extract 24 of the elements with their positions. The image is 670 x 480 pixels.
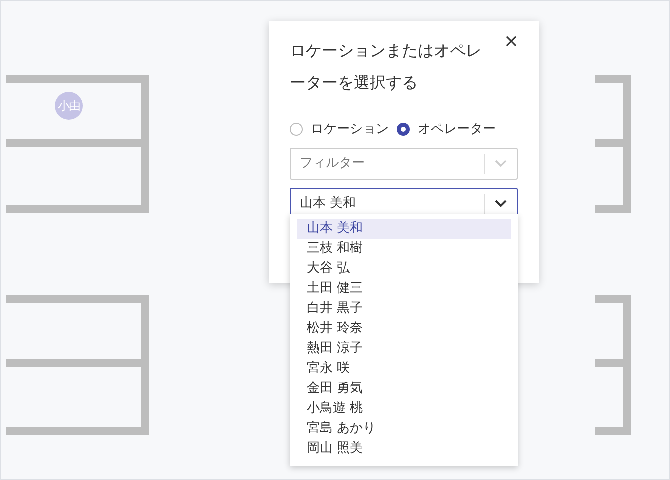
radio-button[interactable] (397, 123, 410, 136)
radio-label: オペレーター (418, 121, 496, 139)
dropdown-option[interactable]: 金田 勇気 (297, 379, 511, 399)
avatar-initials: 小由 (55, 92, 83, 120)
dropdown-option[interactable]: 松井 玲奈 (297, 319, 511, 339)
chevron-down-icon (495, 200, 507, 208)
dropdown-option[interactable]: 土田 健三 (297, 279, 511, 299)
filter-dropdown[interactable]: フィルター (290, 148, 518, 180)
radio-label: ロケーション (311, 121, 389, 139)
dropdown-option[interactable]: 大谷 弘 (297, 259, 511, 279)
dropdown-option[interactable]: 山本 美和 (297, 219, 511, 239)
dropdown-option[interactable]: 宮島 あかり (297, 419, 511, 439)
dropdown-option[interactable]: 白井 黒子 (297, 299, 511, 319)
dropdown-option[interactable]: 熱田 涼子 (297, 339, 511, 359)
dropdown-option[interactable]: 岡山 照美 (297, 439, 511, 459)
dialog-title: ロケーションまたはオペレーターを選択する (290, 40, 483, 94)
radio-button[interactable] (290, 123, 303, 136)
placeholder-text: フィルター (300, 154, 366, 173)
close-button[interactable]: × (502, 33, 521, 51)
selected-value: 山本 美和 (300, 194, 358, 213)
dropdown-option[interactable]: 小鳥遊 桃 (297, 399, 511, 419)
dropdown-option[interactable]: 宮永 咲 (297, 359, 511, 379)
dropdown-option[interactable]: 三枝 和樹 (297, 239, 511, 259)
chevron-down-icon (495, 160, 507, 168)
